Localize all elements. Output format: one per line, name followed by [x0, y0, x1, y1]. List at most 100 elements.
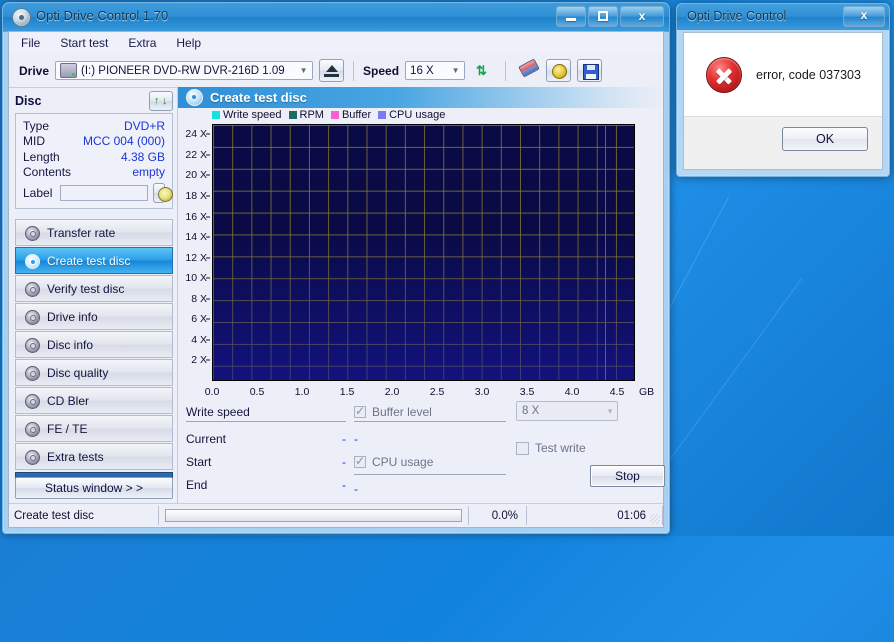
cpu-value: -: [354, 482, 358, 496]
chart-y-tick: [206, 236, 210, 238]
cpu-current-value: -: [354, 480, 506, 498]
disc-icon: [24, 309, 40, 325]
chart-y-tick: [206, 298, 210, 300]
chart-y-tick-label: 6 X: [191, 313, 207, 326]
resize-grip[interactable]: [650, 514, 660, 524]
cpu-usage-checkbox[interactable]: [354, 454, 366, 468]
sidebar-item-label: Create test disc: [47, 253, 131, 268]
chevron-down-icon: ▼: [451, 66, 460, 75]
disc-label-browse-button[interactable]: [153, 182, 173, 203]
disc-type-key: Type: [23, 118, 50, 133]
menu-item-file[interactable]: File: [21, 36, 40, 50]
sidebar-item-label: Drive info: [47, 309, 98, 324]
chart-y-tick: [206, 318, 210, 320]
buffer-cpu-column: Buffer level - CPU usage -: [354, 403, 506, 498]
dialog-body: error, code 037303 OK: [683, 32, 883, 170]
stat-key: Start: [186, 454, 212, 469]
chart-x-tick-label: 2.0: [384, 386, 400, 398]
refresh-button[interactable]: ⇅: [471, 59, 496, 82]
close-icon: x: [638, 9, 646, 23]
save-button[interactable]: [577, 59, 603, 82]
cpu-usage-row: CPU usage: [354, 450, 506, 473]
chart-y-tick: [206, 133, 210, 135]
menu-item-help[interactable]: Help: [176, 36, 201, 50]
main-window: Opti Drive Control 1.70 x File Start tes…: [2, 2, 670, 534]
stop-button[interactable]: Stop: [590, 465, 665, 487]
dialog-close-button[interactable]: x: [843, 6, 885, 27]
close-icon: x: [860, 8, 868, 22]
dialog-title-bar[interactable]: Opti Drive Control x: [677, 4, 889, 30]
drive-select[interactable]: (I:) PIONEER DVD-RW DVR-216D 1.09 ▼: [55, 61, 314, 80]
chart: Write speed RPM Buffer CPU usage 2 X 4 X…: [178, 108, 663, 403]
stat-value: -: [342, 477, 346, 492]
chart-x-tick-label: 4.0: [564, 386, 580, 398]
disc-icon: [24, 253, 40, 269]
ok-button[interactable]: OK: [782, 127, 868, 151]
disc-icon: [24, 281, 40, 297]
panel-title: Create test disc: [210, 90, 307, 105]
eject-button[interactable]: [319, 59, 345, 82]
disc-mid-value: MCC 004 (000): [82, 134, 165, 149]
chart-plot-area: [212, 124, 635, 381]
drive-icon: [60, 63, 78, 78]
disc-length-key: Length: [23, 149, 60, 164]
status-window-button[interactable]: Status window > >: [15, 477, 173, 499]
sidebar-item-transfer-rate[interactable]: Transfer rate: [15, 219, 173, 246]
test-write-label: Test write: [535, 441, 586, 455]
drive-label: Drive: [19, 63, 50, 78]
disc-label-input[interactable]: [60, 184, 149, 201]
write-speed-select[interactable]: 8 X ▼: [516, 401, 618, 421]
chart-y-tick: [206, 359, 210, 361]
minimize-button[interactable]: [556, 6, 586, 27]
dialog-title: Opti Drive Control: [687, 9, 787, 23]
test-write-row[interactable]: Test write: [516, 441, 586, 455]
chart-x-tick-label: 0.0: [204, 386, 220, 398]
disc-info-box: Type DVD+R MID MCC 004 (000) Length 4.38…: [15, 113, 173, 209]
buffer-level-checkbox[interactable]: [354, 404, 366, 418]
window-body: Disc ↑ ↓ Type DVD+R MID MCC 004 (000) Le…: [9, 87, 665, 503]
chart-y-tick-label: 16 X: [185, 210, 207, 223]
sidebar-item-disc-quality[interactable]: Disc quality: [15, 359, 173, 386]
sidebar-item-create-test-disc[interactable]: Create test disc: [15, 247, 173, 274]
status-bar: Create test disc 0.0% 01:06: [9, 503, 663, 527]
status-time: 01:06: [527, 506, 663, 525]
disc-label-row: Label: [23, 182, 173, 203]
sidebar-item-label: FE / TE: [47, 421, 88, 436]
eject-icon: [326, 65, 339, 72]
sidebar-item-verify-test-disc[interactable]: Verify test disc: [15, 275, 173, 302]
toolbar-separator-2: [505, 60, 507, 81]
stat-key: Current: [186, 431, 227, 446]
stat-row-end: End -: [186, 473, 346, 496]
stat-row-start: Start -: [186, 450, 346, 473]
sidebar-item-extra-tests[interactable]: Extra tests: [15, 443, 173, 470]
buffer-current-value: -: [354, 427, 506, 450]
chart-x-tick-label: 1.5: [339, 386, 355, 398]
disc-icon: [24, 421, 40, 437]
drive-select-value: (I:) PIONEER DVD-RW DVR-216D 1.09: [81, 64, 285, 77]
chart-x-tick-label: 2.5: [429, 386, 445, 398]
sidebar-item-label: Disc quality: [47, 365, 109, 380]
sidebar-item-disc-info[interactable]: Disc info: [15, 331, 173, 358]
menu-item-extra[interactable]: Extra: [128, 36, 156, 50]
test-write-checkbox[interactable]: [516, 441, 529, 455]
sidebar-item-drive-info[interactable]: Drive info: [15, 303, 173, 330]
eraser-button[interactable]: [515, 58, 540, 82]
sidebar-item-fe-te[interactable]: FE / TE: [15, 415, 173, 442]
disc-row-length: Length 4.38 GB: [23, 149, 165, 165]
close-button[interactable]: x: [620, 6, 664, 27]
chart-capacity-marker: [605, 125, 607, 380]
chart-y-tick-label: 24 X: [185, 128, 207, 141]
divider: [186, 420, 346, 422]
app-disc-icon: [12, 8, 31, 27]
buffer-level-row: Buffer level: [354, 403, 506, 420]
disc-refresh-button[interactable]: ↑ ↓: [149, 91, 173, 111]
chart-y-tick-label: 22 X: [185, 148, 207, 161]
title-bar[interactable]: Opti Drive Control 1.70 x: [3, 3, 669, 32]
sidebar-item-cd-bler[interactable]: CD Bler: [15, 387, 173, 414]
tools-button[interactable]: [546, 59, 572, 82]
speed-select[interactable]: 16 X ▼: [405, 61, 466, 80]
menu-item-start-test[interactable]: Start test: [60, 36, 108, 50]
maximize-button[interactable]: [588, 6, 618, 27]
sidebar-item-label: Transfer rate: [47, 225, 116, 240]
chart-x-tick-label: 3.5: [519, 386, 535, 398]
